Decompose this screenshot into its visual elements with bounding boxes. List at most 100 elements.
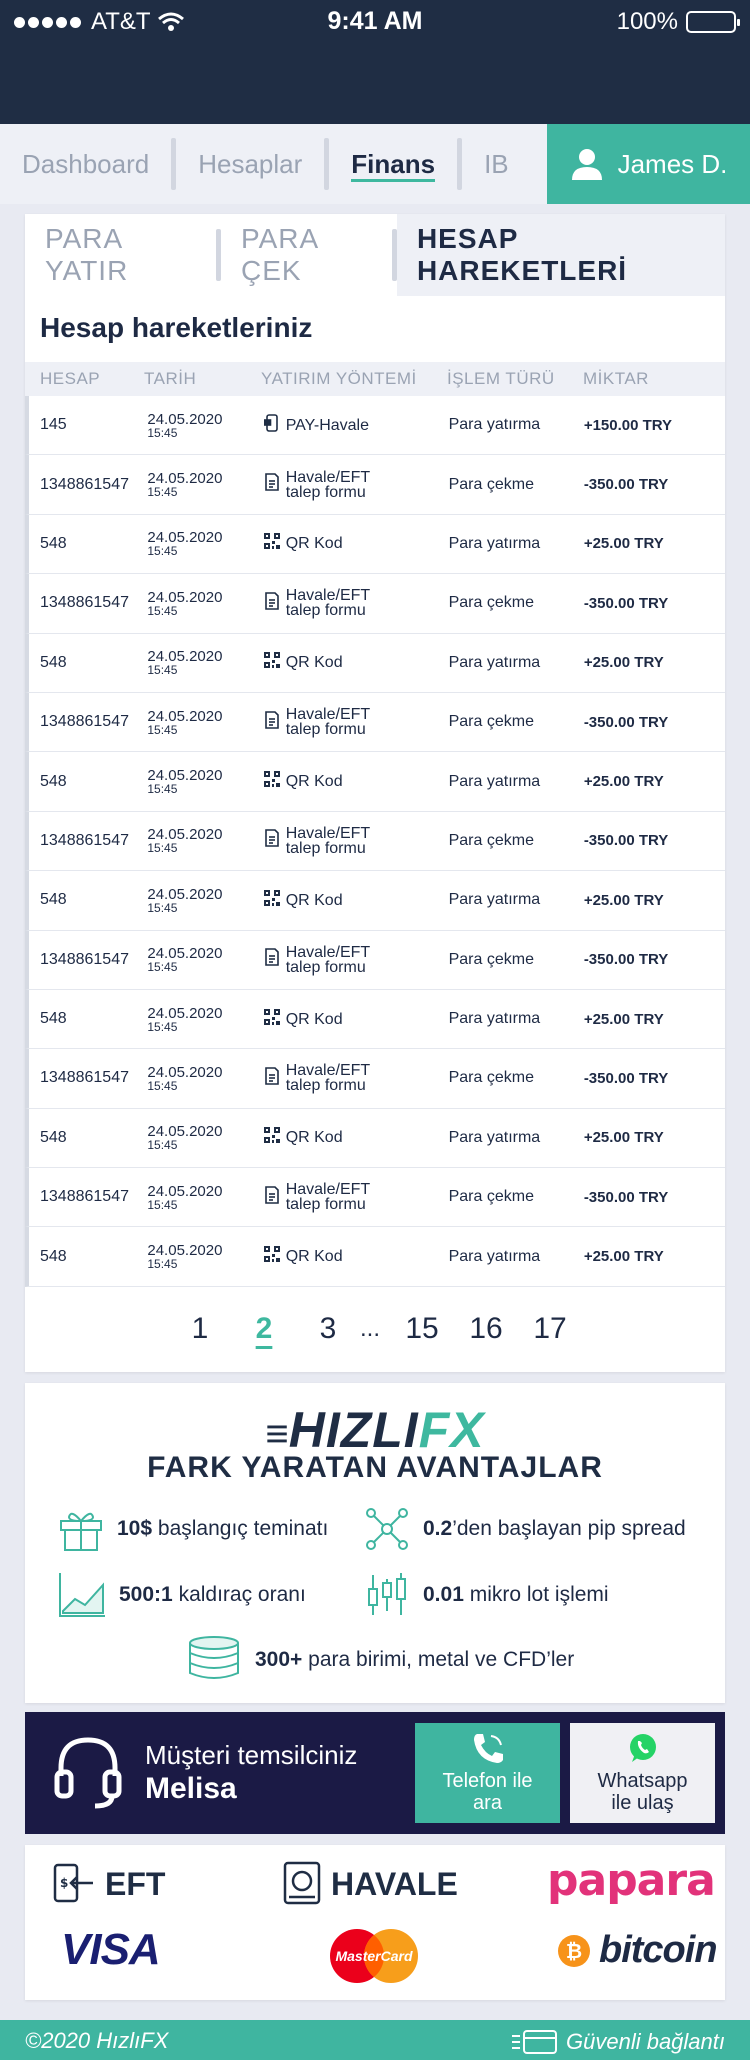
bitcoin-icon: ₿ bbox=[558, 1934, 590, 1967]
gift-icon bbox=[60, 1512, 102, 1551]
cell-date: 24.05.2020 15:45 bbox=[147, 529, 223, 559]
page-link[interactable]: 1 bbox=[168, 1312, 232, 1346]
qr-code-icon bbox=[263, 889, 280, 912]
table-row[interactable]: 548 24.05.2020 15:45 QR Kod Para yatırma +25.… bbox=[25, 514, 725, 575]
column-header: TARİH bbox=[144, 369, 197, 388]
cell-date: 24.05.2020 15:45 bbox=[147, 1123, 223, 1153]
form-icon bbox=[264, 1185, 280, 1209]
pagination-ellipsis: ... bbox=[360, 1314, 381, 1342]
cell-amount: +25.00 TRY bbox=[583, 1248, 664, 1266]
cell-method: QR Kod bbox=[263, 532, 447, 555]
coin-stack-icon bbox=[189, 1636, 239, 1679]
tab-hesaplar[interactable]: Hesaplar bbox=[176, 124, 324, 204]
papara-logo: papara bbox=[547, 1855, 716, 1906]
cell-date: 24.05.2020 15:45 bbox=[147, 945, 223, 975]
cell-type: Para çekme bbox=[448, 1188, 534, 1206]
page-link[interactable]: 3 bbox=[296, 1312, 360, 1346]
page-link[interactable]: 17 bbox=[518, 1312, 582, 1346]
whatsapp-button[interactable]: Whatsapp ile ulaş bbox=[570, 1723, 715, 1823]
main-nav: Dashboard Hesaplar Finans IB James D. bbox=[0, 124, 750, 204]
column-header: İŞLEM TÜRÜ bbox=[447, 369, 555, 388]
mastercard-icon: MasterCard bbox=[330, 1929, 418, 1983]
call-button[interactable]: Telefon ile ara bbox=[415, 1723, 560, 1823]
table-row[interactable]: 548 24.05.2020 15:45 QR Kod Para yatırma +25.… bbox=[25, 871, 725, 931]
cell-account: 1348861547 bbox=[40, 594, 129, 612]
advantages-card: ≡HIZLIFX FARK YARATAN AVANTAJLAR 10$ baş… bbox=[25, 1383, 725, 1703]
table-row[interactable]: 1348861547 24.05.2020 15:45 Havale/EFT talep… bbox=[25, 455, 725, 515]
page-link[interactable]: 16 bbox=[454, 1312, 518, 1346]
cell-method: QR Kod bbox=[263, 770, 447, 793]
secure-card-icon bbox=[512, 2030, 557, 2054]
advantage-item: 10$ başlangıç teminatı bbox=[57, 1505, 328, 1553]
table-row[interactable]: 145 24.05.2020 15:45 PAY-Havale Para yatırma… bbox=[25, 396, 725, 456]
cell-amount: -350.00 TRY bbox=[583, 476, 669, 494]
tab-ib[interactable]: IB bbox=[462, 124, 531, 204]
payment-methods-card: $ EFT HAVALE papara VISA MasterCard ₿ bi… bbox=[25, 1845, 725, 2000]
advantage-item: 500:1 kaldıraç oranı bbox=[57, 1571, 306, 1619]
growth-chart-icon bbox=[59, 1573, 105, 1617]
form-icon bbox=[264, 829, 280, 852]
column-header: HESAP bbox=[40, 369, 101, 388]
table-row[interactable]: 548 24.05.2020 15:45 QR Kod Para yatırma +25.… bbox=[25, 989, 725, 1050]
cell-type: Para yatırma bbox=[448, 772, 541, 790]
transactions-card: PARA YATIR PARA ÇEK HESAP HAREKETLERİ He… bbox=[25, 214, 725, 1372]
transactions-table: 145 24.05.2020 15:45 PAY-Havale Para yatırma… bbox=[25, 396, 725, 1287]
table-row[interactable]: 1348861547 24.05.2020 15:45 Havale/EFT talep… bbox=[25, 1168, 725, 1228]
cell-type: Para yatırma bbox=[448, 1010, 541, 1028]
cell-amount: -350.00 TRY bbox=[583, 951, 669, 969]
column-header: YATIRIM YÖNTEMİ bbox=[261, 369, 417, 388]
form-icon bbox=[264, 592, 280, 615]
user-name: James D. bbox=[617, 148, 728, 179]
form-icon bbox=[264, 1067, 280, 1090]
cell-type: Para yatırma bbox=[448, 891, 541, 909]
cell-amount: -350.00 TRY bbox=[583, 594, 669, 612]
table-row[interactable]: 1348861547 24.05.2020 15:45 Havale/EFT talep… bbox=[25, 1049, 725, 1109]
table-row[interactable]: 1348861547 24.05.2020 15:45 Havale/EFT talep… bbox=[25, 692, 725, 753]
svg-text:$: $ bbox=[60, 1876, 68, 1890]
qr-code-icon bbox=[263, 1008, 280, 1031]
cell-date: 24.05.2020 15:45 bbox=[147, 1182, 223, 1212]
tab-dashboard[interactable]: Dashboard bbox=[0, 124, 171, 204]
cell-type: Para çekme bbox=[448, 475, 534, 493]
cell-account: 548 bbox=[40, 1128, 67, 1146]
cell-account: 548 bbox=[40, 772, 67, 790]
cell-method: QR Kod bbox=[263, 1245, 447, 1268]
page-link[interactable]: 2 bbox=[232, 1312, 296, 1346]
cell-type: Para çekme bbox=[448, 950, 534, 968]
cell-date: 24.05.2020 15:45 bbox=[147, 470, 223, 500]
cell-method: QR Kod bbox=[263, 1008, 447, 1031]
cell-account: 548 bbox=[40, 891, 67, 909]
table-row[interactable]: 548 24.05.2020 15:45 QR Kod Para yatırma +25.… bbox=[25, 633, 725, 693]
cell-method: Havale/EFT talep formu bbox=[264, 588, 447, 619]
cell-amount: +25.00 TRY bbox=[583, 773, 664, 791]
table-row[interactable]: 548 24.05.2020 15:45 QR Kod Para yatırma +25.… bbox=[25, 1227, 725, 1287]
cell-account: 548 bbox=[40, 653, 67, 671]
cell-account: 548 bbox=[40, 534, 67, 552]
table-row[interactable]: 1348861547 24.05.2020 15:45 Havale/EFT talep… bbox=[25, 930, 725, 990]
table-header: HESAP TARİH YATIRIM YÖNTEMİ İŞLEM TÜRÜ M… bbox=[25, 362, 725, 396]
form-icon bbox=[264, 710, 280, 734]
subtab-hesap-hareketleri[interactable]: HESAP HAREKETLERİ bbox=[396, 214, 725, 296]
cell-method: Havale/EFT talep formu bbox=[264, 1182, 447, 1213]
cell-account: 145 bbox=[40, 416, 67, 434]
table-row[interactable]: 548 24.05.2020 15:45 QR Kod Para yatırma +25.… bbox=[25, 752, 725, 812]
subtab-para-cek[interactable]: PARA ÇEK bbox=[221, 214, 392, 296]
pagination: 1 2 3... 15 16 17 bbox=[25, 1287, 725, 1371]
cell-method: QR Kod bbox=[263, 889, 447, 912]
table-row[interactable]: 1348861547 24.05.2020 15:45 Havale/EFT talep… bbox=[25, 811, 725, 872]
tab-finans[interactable]: Finans bbox=[329, 124, 457, 204]
battery: 100% bbox=[617, 8, 740, 36]
section-title: Hesap hareketleriniz bbox=[40, 312, 313, 343]
subtab-para-yatir[interactable]: PARA YATIR bbox=[25, 214, 216, 296]
cell-method: Havale/EFT talep formu bbox=[264, 469, 447, 500]
status-bar: AT&T 9:41 AM 100% bbox=[0, 0, 750, 42]
cell-date: 24.05.2020 15:45 bbox=[147, 1004, 223, 1034]
page-link[interactable]: 15 bbox=[390, 1312, 454, 1346]
cell-date: 24.05.2020 15:45 bbox=[147, 1242, 223, 1272]
table-row[interactable]: 548 24.05.2020 15:45 QR Kod Para yatırma +25.… bbox=[25, 1108, 725, 1169]
qr-code-icon bbox=[263, 651, 280, 674]
table-row[interactable]: 1348861547 24.05.2020 15:45 Havale/EFT talep… bbox=[25, 574, 725, 634]
advantage-item: 0.01 mikro lot işlemi bbox=[363, 1571, 609, 1619]
advantage-item: 0.2’den başlayan pip spread bbox=[363, 1505, 686, 1553]
user-menu-button[interactable]: James D. bbox=[547, 124, 750, 204]
